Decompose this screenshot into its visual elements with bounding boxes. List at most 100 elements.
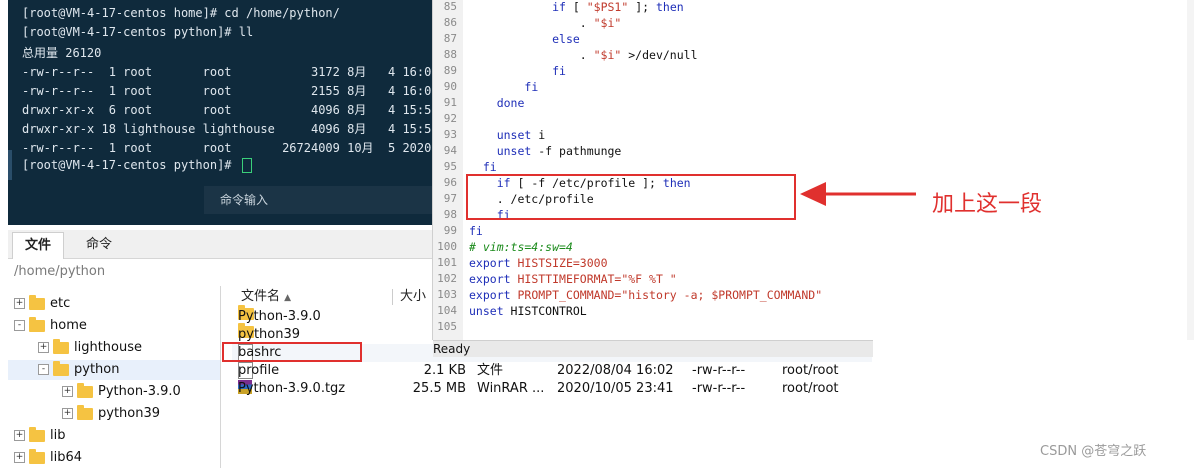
tab-commands[interactable]: 命令 [74,232,124,258]
expand-icon[interactable]: + [14,452,25,463]
line-number: 97 [443,192,457,205]
code-line: export HISTTIMEFORMAT="%F %T " [469,272,677,286]
code-line: unset i [496,128,546,142]
expand-icon[interactable]: + [38,342,49,353]
terminal-line: -rw-r--r-- 1 root root 3172 8月 4 16:06 [22,65,432,79]
tree-item-lighthouse[interactable]: + lighthouse [38,338,142,358]
terminal-line: -rw-r--r-- 1 root root 2155 8月 4 16:02 [22,84,432,98]
folder-icon [29,448,45,464]
line-number: 91 [443,96,457,109]
editor-status: Ready [433,340,873,357]
collapse-icon[interactable]: - [38,364,49,375]
line-number: 90 [443,80,457,93]
text-editor[interactable]: 85 86 87 88 89 90 91 92 93 94 95 96 97 9… [432,0,1194,357]
command-input[interactable]: 命令输入 [204,186,432,214]
tree-item-label: home [50,318,87,333]
line-number: 87 [443,32,457,45]
column-header-label: 文件名 [241,289,281,304]
tree-item-home[interactable]: - home [14,316,87,336]
terminal-prompt-text: [root@VM-4-17-centos python]# [22,158,239,172]
file-modified: 2020/10/05 23:41 [557,381,674,396]
line-number: 96 [443,176,457,189]
terminal-cursor [241,158,252,173]
terminal-panel[interactable]: [root@VM-4-17-centos home]# cd /home/pyt… [8,0,432,225]
line-number: 86 [443,16,457,29]
terminal-line: 总用量 26120 [22,46,102,60]
expand-icon[interactable]: + [14,298,25,309]
watermark: CSDN @苍穹之跃 [1040,444,1147,459]
code-line: export HISTSIZE=3000 [469,256,608,270]
tree-item-label: Python-3.9.0 [98,384,181,399]
expand-icon[interactable]: + [14,430,25,441]
code-line: # vim:ts=4:sw=4 [469,240,573,254]
tree-item-etc[interactable]: + etc [14,294,70,314]
file-size: 25.5 MB [412,381,466,396]
code-line: export PROMPT_COMMAND="history -a; $PROM… [469,288,823,302]
file-name: profile [238,363,280,378]
tree-item-label: lighthouse [74,340,143,355]
file-owner: root/root [782,363,839,378]
folder-icon [53,360,69,376]
terminal-scrollbar[interactable] [8,150,12,180]
code-line: unset -f pathmunge [496,144,622,158]
folder-icon [29,294,45,310]
terminal-line: drwxr-xr-x 18 lighthouse lighthouse 4096… [22,122,432,136]
column-header-name[interactable]: 文件名 ▲ [241,286,291,308]
highlight-box-bashrc [222,342,362,362]
column-header-size[interactable]: 大小 [400,286,426,308]
file-modified: 2022/08/04 16:02 [557,363,674,378]
folder-icon [77,404,93,420]
line-number: 104 [437,304,457,317]
code-line: fi [482,160,497,174]
line-number: 92 [443,112,457,125]
panel-tabs: 文件 命令 [8,230,432,259]
line-number: 103 [437,288,457,301]
code-line: fi [469,224,483,238]
expand-icon[interactable]: + [62,386,73,397]
line-number: 100 [437,240,457,253]
tree-item-lib64[interactable]: + lib64 [14,448,82,468]
line-number: 98 [443,208,457,221]
tree-item-label: lib64 [50,450,83,465]
annotation-arrow [800,182,916,206]
code-line: fi [524,80,539,94]
tree-item-python39[interactable]: + python39 [62,404,160,424]
file-name: Python-3.9.0.tgz [238,381,346,396]
file-permissions: -rw-r--r-- [692,363,746,378]
tree-item-python-3-9-0[interactable]: + Python-3.9.0 [62,382,181,402]
line-number-gutter: 85 86 87 88 89 90 91 92 93 94 95 96 97 9… [433,0,463,340]
line-number: 89 [443,64,457,77]
terminal-line: [root@VM-4-17-centos home]# cd /home/pyt… [22,6,340,20]
tree-item-label: etc [50,296,71,311]
tree-item-lib[interactable]: + lib [14,426,65,446]
line-number: 85 [443,0,457,13]
folder-icon [77,382,93,398]
code-line: else [552,32,580,46]
tree-item-label: python [74,362,120,377]
path-bar[interactable]: /home/python [8,260,438,284]
folder-icon [29,316,45,332]
annotation-note: 加上这一段 [932,192,1043,217]
table-row[interactable]: profile 2.1 KB 文件 2022/08/04 16:02 -rw-r… [232,362,872,380]
terminal-prompt: [root@VM-4-17-centos python]# [22,158,252,173]
column-divider[interactable] [392,289,393,305]
tab-files[interactable]: 文件 [12,232,65,259]
sort-ascending-icon: ▲ [284,293,292,303]
highlight-box-code [466,174,796,220]
terminal-line: [root@VM-4-17-centos python]# ll [22,25,254,39]
expand-icon[interactable]: + [62,408,73,419]
collapse-icon[interactable]: - [14,320,25,331]
code-line: . "$i" [469,16,622,30]
line-number: 95 [443,160,457,173]
line-number: 93 [443,128,457,141]
tree-item-label: python39 [98,406,161,421]
code-line: unset HISTCONTROL [469,304,587,318]
file-name: Python-3.9.0 [238,309,321,324]
line-number: 102 [437,272,457,285]
tree-item-python[interactable]: - python [38,360,119,380]
editor-scrollbar[interactable] [1187,0,1194,340]
terminal-line: drwxr-xr-x 6 root root 4096 8月 4 15:56 [22,103,432,117]
line-number: 101 [437,256,457,269]
table-row[interactable]: Python-3.9.0.tgz 25.5 MB WinRAR ... 2020… [232,380,872,398]
tree-item-label: lib [50,428,66,443]
